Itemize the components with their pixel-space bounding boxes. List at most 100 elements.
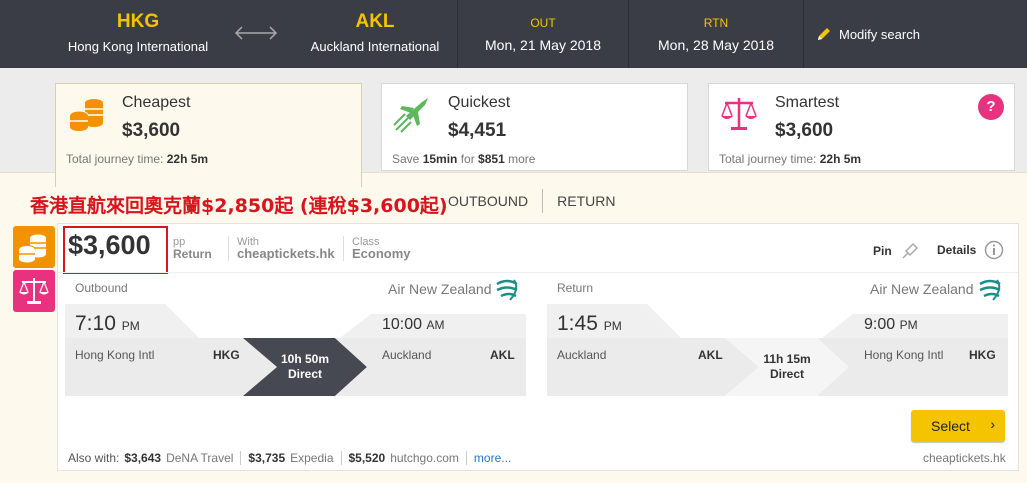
alt-provider[interactable]: hutchgo.com (390, 451, 459, 465)
select-button[interactable]: Select › (911, 410, 1005, 442)
alt-price[interactable]: $3,643 (124, 451, 161, 465)
modify-search-label: Modify search (839, 26, 920, 42)
more-label: more (504, 152, 536, 166)
sort-tab-smartest[interactable]: Smartest $3,600 Total journey time: 22h … (708, 83, 1015, 171)
destination-name: Auckland International (310, 39, 440, 54)
card-divider (58, 272, 1018, 273)
duration-text: 10h 50m (280, 352, 330, 366)
return-airline: Air New Zealand (870, 281, 974, 297)
pp-type: Return (173, 247, 212, 261)
also-with-providers: Also with: $3,643 DeNA Travel $3,735 Exp… (68, 451, 511, 465)
alt-provider[interactable]: Expedia (290, 451, 333, 465)
header-divider (803, 0, 804, 68)
dep-ampm: PM (603, 319, 622, 333)
booking-provider: With cheaptickets.hk (228, 236, 335, 261)
tab-outbound[interactable]: OUTBOUND (448, 193, 528, 209)
alt-price[interactable]: $3,735 (248, 451, 285, 465)
pin-button[interactable]: Pin (873, 241, 920, 261)
arr-ampm: PM (899, 318, 918, 332)
save-label: Save (392, 152, 423, 166)
alt-price[interactable]: $5,520 (349, 451, 386, 465)
sort-tab-price: $4,451 (448, 120, 507, 141)
dep-time: 7:10 (75, 312, 116, 335)
origin-code: HKG (116, 11, 160, 32)
return-arrival-time: 9:00 PM (864, 316, 918, 334)
smartest-badge (13, 270, 55, 312)
swap-arrows-icon[interactable] (232, 22, 280, 44)
promo-banner-text: 香港直航來回奧克蘭$2,850起 (連稅$3,600起) (30, 195, 448, 217)
scale-icon (19, 278, 49, 304)
return-departure-time: 1:45 PM (557, 312, 622, 336)
journey-time-label: Total journey time: (719, 152, 820, 166)
origin-name: Hong Kong International (67, 39, 209, 54)
plane-icon (393, 98, 428, 133)
scale-icon (721, 98, 757, 130)
details-label: Details (937, 243, 977, 257)
outbound-departure-time: 7:10 PM (75, 312, 140, 336)
tab-return[interactable]: RETURN (557, 193, 615, 209)
alt-provider[interactable]: DeNA Travel (166, 451, 233, 465)
cheapest-badge (13, 226, 55, 268)
return-to-code: HKG (969, 348, 996, 362)
out-date: Mon, 21 May 2018 (485, 37, 601, 53)
coins-icon (18, 234, 46, 263)
arr-time: 9:00 (864, 316, 896, 333)
pin-label: Pin (873, 244, 892, 258)
provider-divider (240, 451, 242, 465)
return-duration: 11h 15m Direct (732, 352, 842, 382)
also-with-label: Also with: (68, 451, 120, 465)
destination-airport: AKL Auckland International (280, 0, 470, 68)
outbound-date[interactable]: OUT Mon, 21 May 2018 (458, 0, 628, 68)
select-label: Select (931, 418, 970, 434)
air-new-zealand-logo-icon (496, 279, 518, 301)
air-new-zealand-logo-icon (979, 279, 1001, 301)
pencil-icon (818, 28, 830, 40)
rtn-date: Mon, 28 May 2018 (658, 37, 774, 53)
sort-tab-title: Cheapest (122, 94, 191, 111)
modify-search-button[interactable]: Modify search (816, 24, 920, 44)
sort-tab-price: $3,600 (122, 120, 181, 141)
more-providers-link[interactable]: more... (474, 451, 511, 465)
help-icon[interactable]: ? (978, 94, 1004, 120)
stops-text: Direct (287, 367, 322, 381)
sort-tab-quickest[interactable]: Quickest $4,451 Save 15min for $851 more (381, 83, 688, 171)
details-button[interactable]: Details (937, 240, 1004, 260)
info-icon (985, 240, 1004, 260)
return-date[interactable]: RTN Mon, 28 May 2018 (629, 0, 803, 68)
return-to-airport: Hong Kong Intl (864, 348, 944, 362)
arr-ampm: AM (426, 318, 445, 332)
for-label: for (457, 152, 479, 166)
destination-code: AKL (355, 11, 395, 32)
outbound-airline: Air New Zealand (388, 281, 492, 297)
journey-time-value: 22h 5m (166, 152, 209, 166)
outbound-label: Outbound (75, 281, 128, 295)
dep-ampm: PM (121, 319, 140, 333)
direction-tabs: OUTBOUND RETURN (448, 188, 615, 214)
sort-tab-cheapest[interactable]: Cheapest $3,600 Total journey time: 22h … (55, 83, 362, 187)
class-value: Economy (352, 246, 411, 261)
outbound-to-airport: Auckland (382, 348, 432, 362)
booking-source: cheaptickets.hk (923, 451, 1006, 465)
journey-time-value: 22h 5m (819, 152, 862, 166)
rtn-label: RTN (703, 16, 729, 30)
arr-time: 10:00 (382, 316, 423, 333)
sort-tab-title: Smartest (775, 94, 840, 111)
with-value: cheaptickets.hk (237, 246, 335, 261)
cabin-class: Class Economy (343, 236, 411, 261)
dep-time: 1:45 (557, 312, 598, 335)
extra-cost: $851 (478, 152, 505, 166)
outbound-arrival-time: 10:00 AM (382, 316, 445, 334)
sort-tab-price: $3,600 (775, 120, 834, 141)
coins-icon (69, 99, 103, 131)
provider-divider (465, 451, 467, 465)
search-summary-bar: HKG Hong Kong International AKL Auckland… (0, 0, 1027, 68)
outbound-from-airport: Hong Kong Intl (75, 348, 155, 362)
out-label: OUT (530, 16, 556, 30)
pin-icon (902, 242, 918, 259)
outbound-from-code: HKG (213, 348, 240, 362)
stops-text: Direct (769, 367, 804, 381)
origin-airport: HKG Hong Kong International (40, 0, 236, 68)
sort-tab-title: Quickest (448, 94, 511, 111)
journey-time-label: Total journey time: (66, 152, 167, 166)
save-time: 15min (422, 152, 458, 166)
